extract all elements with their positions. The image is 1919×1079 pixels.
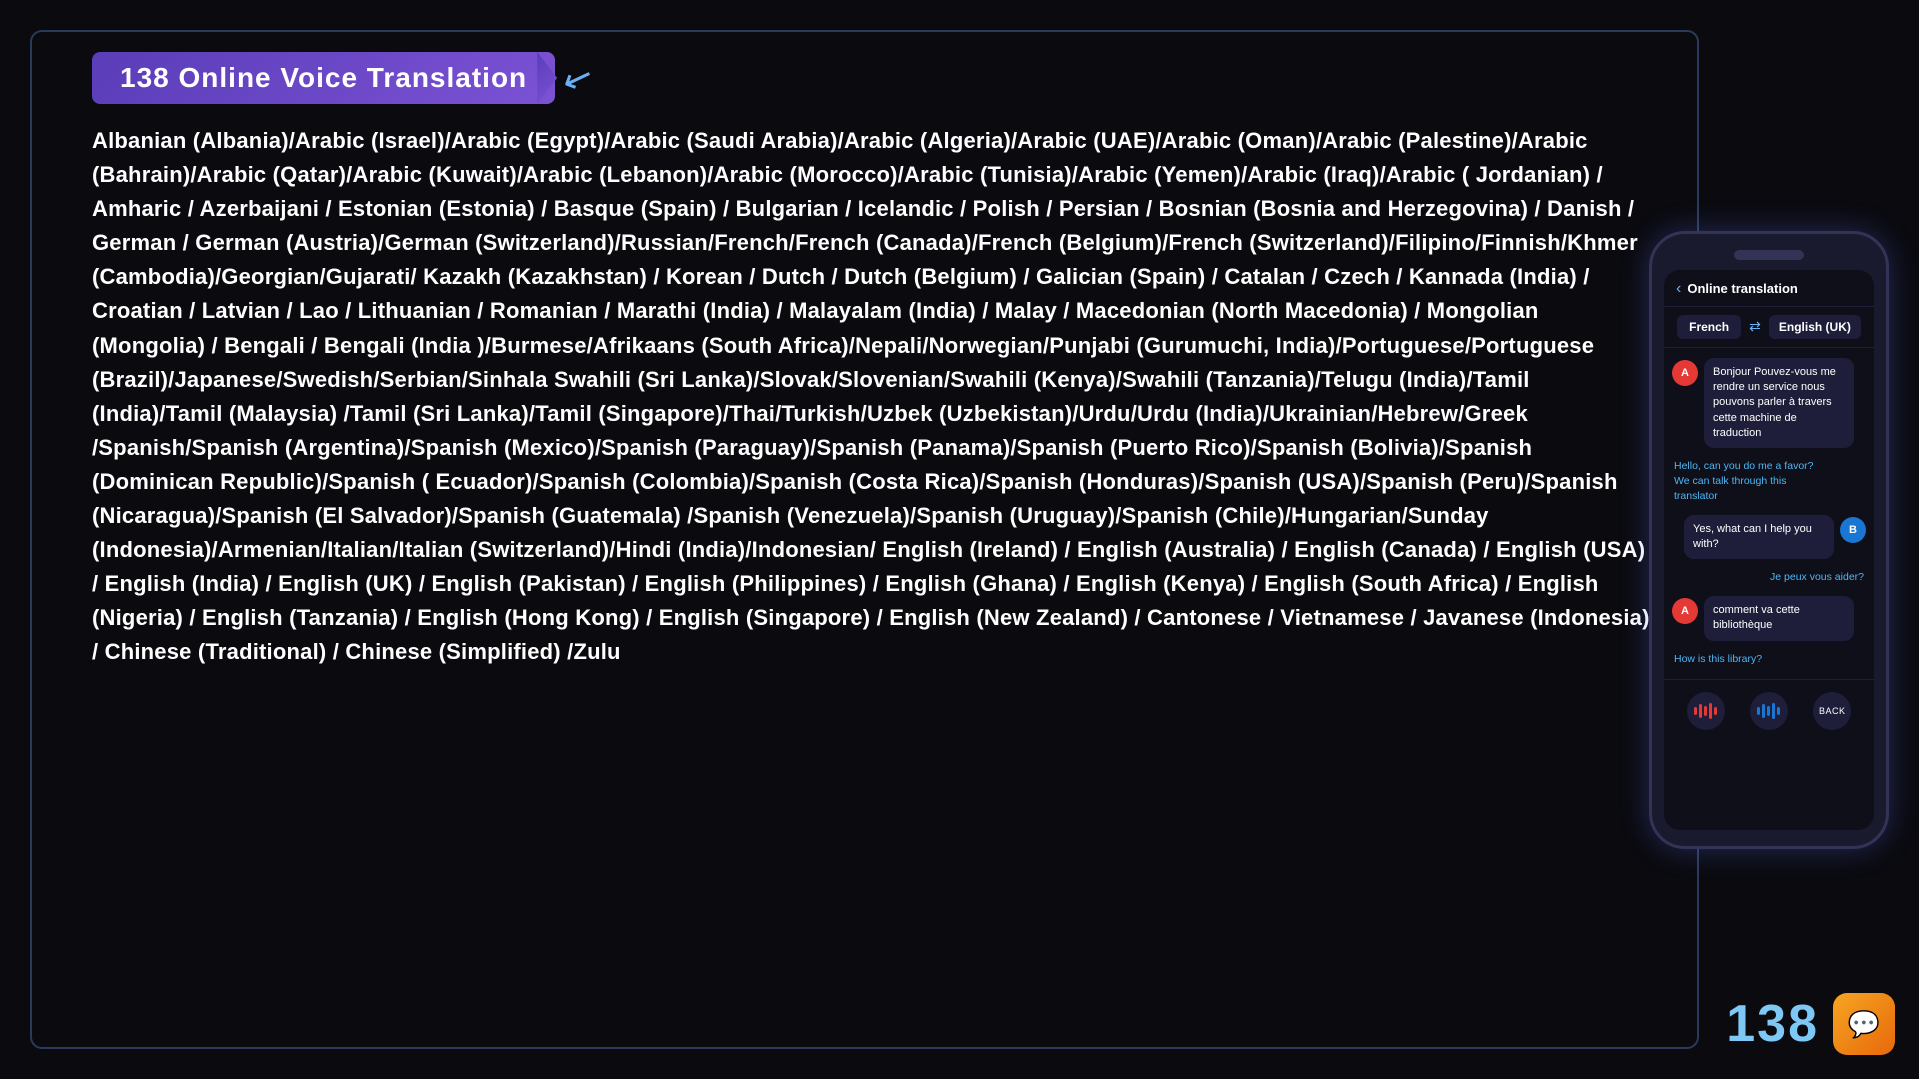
app-title: Online translation: [1687, 281, 1798, 296]
chat-area: A Bonjour Pouvez-vous me rendre un servi…: [1664, 348, 1874, 680]
message-row-3: A comment va cette bibliothèque: [1672, 596, 1866, 641]
back-button[interactable]: BACK: [1813, 692, 1851, 730]
bubble-translated-3: How is this library?: [1672, 649, 1822, 670]
app-header: ‹ Online translation: [1664, 270, 1874, 307]
banner-pill: 138 Online Voice Translation: [92, 52, 555, 104]
phone-container: ‹ Online translation French ⇄ English (U…: [1649, 231, 1889, 849]
bubble-original-1: Bonjour Pouvez-vous me rendre un service…: [1704, 358, 1854, 449]
bubble-translated-2: Je peux vous aider?: [1768, 567, 1866, 588]
arrow-icon: ↙: [557, 53, 600, 103]
message-content-3: comment va cette bibliothèque: [1704, 596, 1854, 641]
bubble-original-3: comment va cette bibliothèque: [1704, 596, 1854, 641]
back-chevron-icon[interactable]: ‹: [1676, 280, 1681, 298]
mic-left-icon: [1694, 703, 1717, 719]
back-label: BACK: [1819, 706, 1846, 716]
swap-icon[interactable]: ⇄: [1749, 318, 1761, 335]
brand-number: 138: [1726, 994, 1819, 1054]
avatar-b-2: B: [1840, 517, 1866, 543]
message-row-1: A Bonjour Pouvez-vous me rendre un servi…: [1672, 358, 1866, 449]
message-content-2: Yes, what can I help you with?: [1684, 515, 1834, 560]
phone-controls: BACK: [1664, 679, 1874, 738]
message-row-2: B Yes, what can I help you with?: [1672, 515, 1866, 560]
phone-notch: [1734, 250, 1804, 260]
message-content-1: Bonjour Pouvez-vous me rendre un service…: [1704, 358, 1854, 449]
mic-right-button[interactable]: [1750, 692, 1788, 730]
lang-selector: French ⇄ English (UK): [1664, 307, 1874, 348]
phone-frame: ‹ Online translation French ⇄ English (U…: [1649, 231, 1889, 849]
banner-title: 138 Online Voice Translation: [120, 62, 527, 93]
target-lang-button[interactable]: English (UK): [1769, 315, 1861, 339]
mic-right-icon: [1757, 703, 1780, 719]
brand-icon: 💬: [1833, 993, 1895, 1055]
avatar-a-1: A: [1672, 360, 1698, 386]
source-lang-button[interactable]: French: [1677, 315, 1741, 339]
mic-left-button[interactable]: [1687, 692, 1725, 730]
bubble-translated-1: Hello, can you do me a favor? We can tal…: [1672, 456, 1822, 506]
languages-list: Albanian (Albania)/Arabic (Israel)/Arabi…: [92, 124, 1657, 670]
main-container: 138 Online Voice Translation ↙ Albanian …: [30, 30, 1699, 1049]
brand-chat-icon: 💬: [1848, 1009, 1880, 1040]
bottom-right-branding: 138 💬: [1726, 993, 1895, 1055]
header-banner: 138 Online Voice Translation ↙: [92, 52, 1657, 104]
phone-screen: ‹ Online translation French ⇄ English (U…: [1664, 270, 1874, 830]
avatar-a-3: A: [1672, 598, 1698, 624]
bubble-original-2: Yes, what can I help you with?: [1684, 515, 1834, 560]
